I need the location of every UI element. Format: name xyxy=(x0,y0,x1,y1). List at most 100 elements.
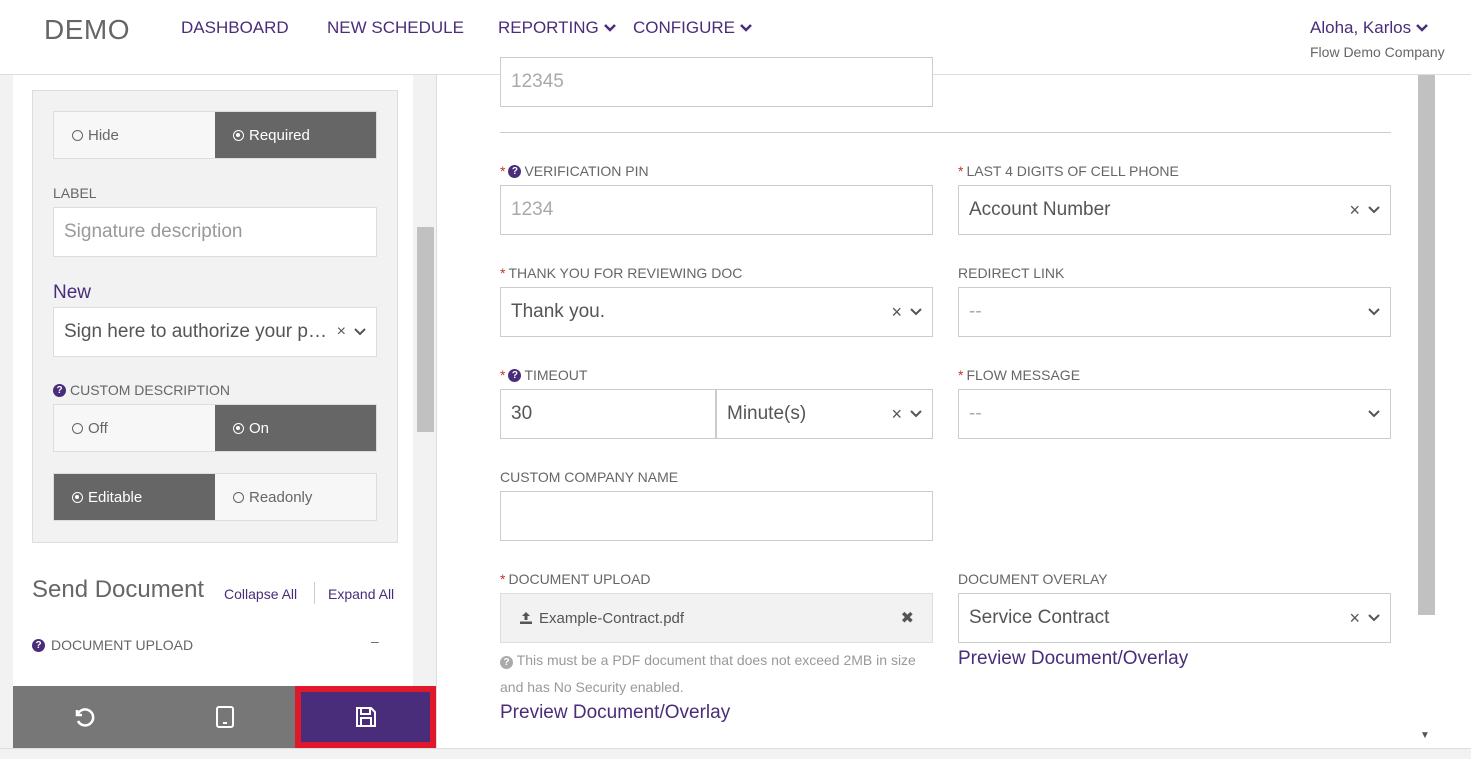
preview-overlay-link[interactable]: Preview Document/Overlay xyxy=(958,648,1188,670)
verification-pin-placeholder: 1234 xyxy=(511,199,554,220)
new-heading: New xyxy=(53,282,92,303)
help-icon[interactable]: ? xyxy=(508,164,522,178)
label-placeholder: Signature description xyxy=(64,221,243,242)
thank-you-select[interactable]: Thank you. × xyxy=(500,287,933,337)
nav-dashboard[interactable]: DASHBOARD xyxy=(181,18,289,38)
off-label: Off xyxy=(88,419,108,437)
on-option[interactable]: On xyxy=(215,405,376,451)
help-icon: ? xyxy=(500,656,513,669)
chevron-down-icon xyxy=(603,24,616,32)
bottom-toolbar xyxy=(13,686,438,748)
app-logo[interactable]: DEMO xyxy=(44,14,130,46)
save-button[interactable] xyxy=(295,686,436,748)
nav-configure-label: CONFIGURE xyxy=(633,18,735,37)
chevron-down-icon xyxy=(1368,410,1380,418)
redirect-link-select[interactable]: -- xyxy=(958,287,1391,337)
chevron-down-icon xyxy=(1416,24,1429,32)
hide-label: Hide xyxy=(88,126,119,144)
bottom-strip xyxy=(0,748,1471,759)
editable-option[interactable]: Editable xyxy=(54,474,215,520)
hide-option[interactable]: Hide xyxy=(54,112,215,158)
flow-message-value: -- xyxy=(969,403,982,424)
help-icon[interactable]: ? xyxy=(32,638,45,652)
flow-message-label: * FLOW MESSAGE xyxy=(958,367,1080,383)
company-name: Flow Demo Company xyxy=(1310,44,1445,60)
radio-icon xyxy=(72,129,83,141)
user-name: Aloha, Karlos xyxy=(1310,18,1412,37)
custom-company-label: CUSTOM COMPANY NAME xyxy=(500,469,679,485)
help-icon[interactable]: ? xyxy=(53,383,66,397)
on-label: On xyxy=(249,419,270,437)
radio-icon xyxy=(233,491,244,503)
radio-checked-icon xyxy=(233,422,244,434)
new-select-value: Sign here to authorize your p… xyxy=(64,321,327,342)
preview-document-link[interactable]: Preview Document/Overlay xyxy=(500,702,730,724)
document-overlay-select[interactable]: Service Contract × xyxy=(958,593,1391,643)
readonly-option[interactable]: Readonly xyxy=(215,474,376,520)
verification-pin-label-text: VERIFICATION PIN xyxy=(524,163,649,179)
timeout-unit-value: Minute(s) xyxy=(727,403,807,424)
chevron-down-icon xyxy=(1368,206,1380,214)
document-upload-label-text: DOCUMENT UPLOAD xyxy=(508,571,651,587)
user-menu[interactable]: Aloha, Karlos xyxy=(1310,18,1429,38)
nav-new-schedule[interactable]: NEW SCHEDULE xyxy=(327,18,464,38)
new-select[interactable]: Sign here to authorize your p… × xyxy=(53,307,377,357)
clear-icon[interactable]: × xyxy=(891,404,902,425)
custom-description-label: CUSTOM DESCRIPTION xyxy=(70,382,230,398)
flow-message-select[interactable]: -- xyxy=(958,389,1391,439)
nav-new-schedule-label: NEW SCHEDULE xyxy=(327,18,464,37)
clear-icon[interactable]: × xyxy=(1349,608,1360,629)
clear-icon[interactable]: × xyxy=(891,302,902,323)
verification-pin-label: * ? VERIFICATION PIN xyxy=(500,163,649,179)
expand-all-link[interactable]: Expand All xyxy=(328,586,394,602)
timeout-label: * ? TIMEOUT xyxy=(500,367,587,383)
timeout-label-text: TIMEOUT xyxy=(524,367,588,383)
scroll-down-arrow-icon[interactable]: ▼ xyxy=(1420,730,1430,741)
last4-select[interactable]: Account Number × xyxy=(958,185,1391,235)
label-heading: LABEL xyxy=(53,185,97,201)
top-input-placeholder: 12345 xyxy=(511,71,564,92)
clear-icon[interactable]: × xyxy=(1349,200,1360,221)
verification-pin-input[interactable]: 1234 xyxy=(500,185,933,235)
readonly-label: Readonly xyxy=(249,488,313,506)
nav-reporting[interactable]: REPORTING xyxy=(498,18,617,38)
chevron-down-icon xyxy=(1368,614,1380,622)
collapse-section-icon[interactable]: – xyxy=(371,633,379,649)
edit-mode-toggle: Editable Readonly xyxy=(53,473,377,521)
flow-message-label-text: FLOW MESSAGE xyxy=(966,367,1081,383)
required-asterisk: * xyxy=(958,367,964,383)
last4-value: Account Number xyxy=(969,199,1111,220)
nav-configure[interactable]: CONFIGURE xyxy=(633,18,753,38)
remove-file-icon[interactable]: ✖ xyxy=(901,608,914,628)
document-upload-field[interactable]: Example-Contract.pdf ✖ xyxy=(500,593,933,643)
required-asterisk: * xyxy=(500,367,506,383)
off-option[interactable]: Off xyxy=(54,405,215,451)
document-upload-section-label: DOCUMENT UPLOAD xyxy=(51,637,194,653)
right-scrollbar-thumb[interactable] xyxy=(1418,75,1435,615)
nav-reporting-label: REPORTING xyxy=(498,18,599,37)
redirect-link-label: REDIRECT LINK xyxy=(958,265,1065,281)
custom-description-heading: ? CUSTOM DESCRIPTION xyxy=(53,382,230,398)
custom-company-input[interactable] xyxy=(500,491,933,541)
timeout-input[interactable]: 30 xyxy=(500,389,716,439)
clear-icon[interactable]: × xyxy=(337,323,346,341)
document-overlay-label: DOCUMENT OVERLAY xyxy=(958,571,1108,587)
section-divider xyxy=(500,132,1391,133)
document-upload-section-header[interactable]: ? DOCUMENT UPLOAD xyxy=(32,637,193,653)
left-scrollbar-thumb[interactable] xyxy=(417,227,434,432)
label-input[interactable]: Signature description xyxy=(53,207,377,257)
redirect-link-value: -- xyxy=(969,301,982,322)
top-input[interactable]: 12345 xyxy=(500,57,933,107)
collapse-all-link[interactable]: Collapse All xyxy=(224,586,297,602)
chevron-down-icon xyxy=(1368,308,1380,316)
required-asterisk: * xyxy=(958,163,964,179)
timeout-unit-select[interactable]: Minute(s) × xyxy=(716,389,933,439)
document-overlay-value: Service Contract xyxy=(969,607,1110,628)
help-icon[interactable]: ? xyxy=(508,368,522,382)
required-option[interactable]: Required xyxy=(215,112,376,158)
undo-icon xyxy=(75,708,94,727)
upload-icon xyxy=(520,612,532,624)
reset-button[interactable] xyxy=(13,686,154,748)
left-panel-content: Hide Required LABEL Signature descriptio… xyxy=(13,75,413,759)
tablet-preview-button[interactable] xyxy=(154,686,295,748)
